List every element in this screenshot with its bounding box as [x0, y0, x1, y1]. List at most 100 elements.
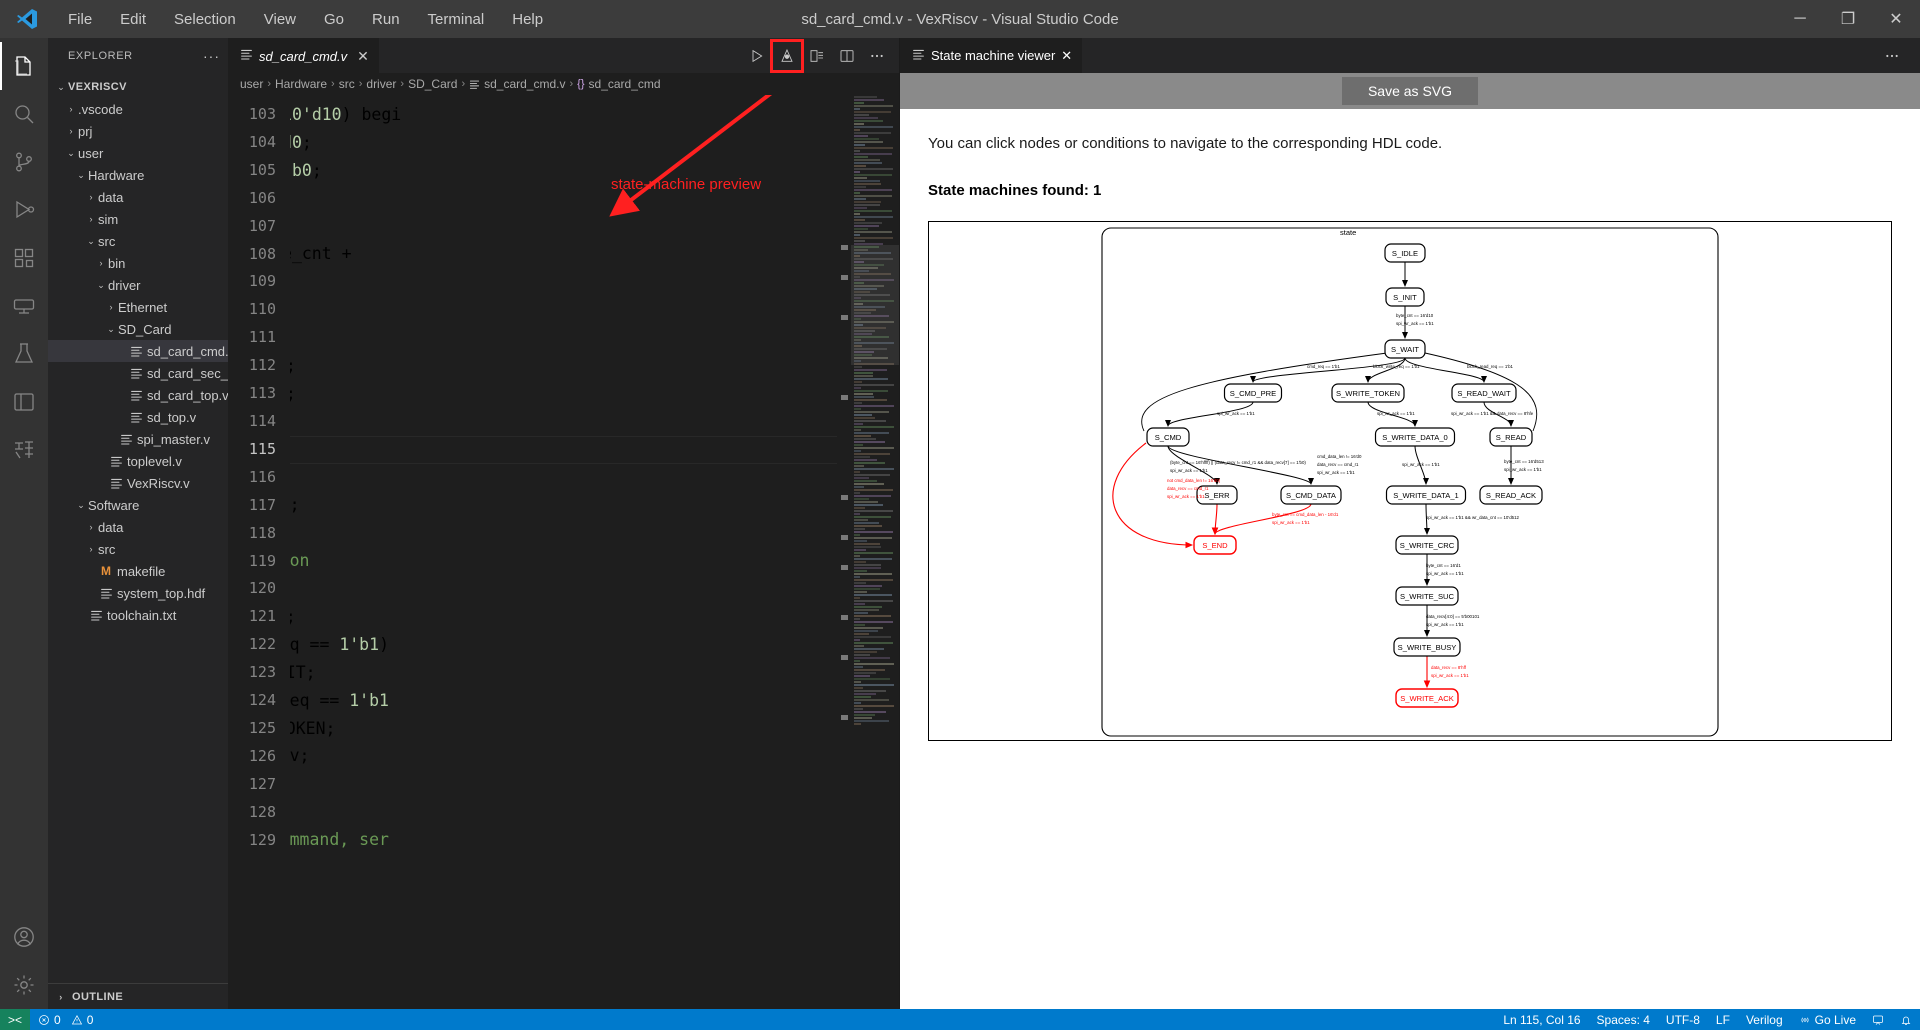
code-line[interactable]: S_WAIT: begin — [290, 464, 837, 492]
fsm-edge-condition-label[interactable]: spi_wr_ack == 1'b1 && data_recv == 8'hfe — [1451, 411, 1534, 416]
code-line[interactable]: wr_data_cnt <= 10'd0; — [290, 519, 837, 547]
fsm-node-s_write_busy[interactable]: S_WRITE_BUSY — [1393, 637, 1461, 657]
fsm-node-s_write_crc[interactable]: S_WRITE_CRC — [1395, 535, 1459, 555]
activity-source-control-icon[interactable] — [0, 138, 48, 186]
fsm-edge-condition-label[interactable]: spi_wr_ack == 1'b1 — [1426, 622, 1464, 627]
activity-accounts-icon[interactable] — [0, 913, 48, 961]
fsm-edge-condition-label[interactable]: spi_wr_ack == 1'b1 — [1431, 673, 1469, 678]
fsm-edge-condition-label[interactable]: data_recv == cmd_r1 — [1317, 462, 1359, 467]
fsm-edge-condition-label[interactable]: spi_wr_ack == 1'b1 — [1426, 571, 1464, 576]
code-line[interactable]: else if(block_write_req == 1'b1 — [290, 687, 837, 715]
fsm-edge-condition-label[interactable]: spi_wr_ack == 1'b1 — [1402, 462, 1440, 467]
menu-file[interactable]: File — [54, 7, 106, 32]
encoding-setting[interactable]: UTF-8 — [1658, 1009, 1708, 1030]
breadcrumb-item[interactable]: driver — [366, 77, 396, 91]
split-editor-right-icon[interactable] — [833, 42, 861, 70]
code-line[interactable]: cmd_req_error <= 1'b0; — [290, 491, 837, 519]
fsm-edge-condition-label[interactable]: byte_cnt == 16'd513 — [1504, 459, 1544, 464]
fsm-node-s_init[interactable]: S_INIT — [1385, 287, 1425, 307]
tree-item-bin[interactable]: › bin — [48, 252, 228, 274]
menu-terminal[interactable]: Terminal — [414, 7, 499, 32]
tree-item-toolchain-txt[interactable]: toolchain.txt — [48, 604, 228, 626]
open-preview-to-side-icon[interactable] — [803, 42, 831, 70]
minimize-button[interactable]: ─ — [1776, 0, 1824, 38]
problems-indicator[interactable]: 0 0 — [30, 1009, 101, 1030]
code-line[interactable]: end — [290, 408, 837, 436]
state-machine-diagram[interactable]: state S_IDLE S_INIT S_WAIT S_CMD_PRE S_WRITE_… — [928, 221, 1892, 741]
tree-item-data[interactable]: › data — [48, 516, 228, 538]
fsm-edge-condition-label[interactable]: cmd_data_len != 16'd0 — [1317, 454, 1362, 459]
fsm-edge-condition-label[interactable]: spi_wr_ack == 1'b1 — [1396, 321, 1434, 326]
tree-item-software[interactable]: ⌄ Software — [48, 494, 228, 516]
fsm-edge-condition-label[interactable]: spi_wr_ack == 1'b1 — [1504, 467, 1542, 472]
menu-selection[interactable]: Selection — [160, 7, 250, 32]
fsm-edge-condition-label[interactable]: spi_wr_ack == 1'b1 — [1272, 520, 1310, 525]
fsm-node-s_read_ack[interactable]: S_READ_ACK — [1479, 485, 1543, 505]
minimap[interactable] — [851, 95, 899, 1009]
cursor-position[interactable]: Ln 115, Col 16 — [1495, 1009, 1588, 1030]
panel-tab-state-machine-viewer[interactable]: State machine viewer ✕ — [900, 38, 1083, 73]
file-tree[interactable]: ⌄ VEXRISCV › .vscode › prj ⌄ user ⌄ Hardware › data… — [48, 73, 228, 983]
notifications-bell-icon[interactable] — [1892, 1009, 1920, 1030]
close-window-button[interactable]: ✕ — [1872, 0, 1920, 38]
code-line[interactable]: spi_wr_req <= 1'b1; — [290, 352, 837, 380]
tree-item-src[interactable]: › src — [48, 538, 228, 560]
activity-run-debug-icon[interactable] — [0, 186, 48, 234]
code-line[interactable]: state <= S_READ_WAIT; — [290, 659, 837, 687]
fsm-edge-condition-label[interactable]: not cmd_data_len != 16'd0) — [1167, 478, 1221, 483]
fsm-edge-condition-label[interactable]: spi_wr_ack == 1'b1 && wr_data_cnt == 10'… — [1426, 515, 1520, 520]
webview-content[interactable]: Save as SVG You can click nodes or condi… — [900, 73, 1920, 1009]
tree-item-prj[interactable]: › prj — [48, 120, 228, 142]
breadcrumb-item[interactable]: sd_card_cmd.v — [484, 77, 565, 91]
tree-item-data[interactable]: › data — [48, 186, 228, 208]
tree-item-hardware[interactable]: ⌄ Hardware — [48, 164, 228, 186]
fsm-edge-condition-label[interactable]: block_write_req == 1'b1 — [1373, 364, 1420, 369]
state-machine-preview-icon[interactable] — [770, 38, 804, 73]
fsm-edge-condition-label[interactable]: byte_cnt == 16'd1 — [1426, 563, 1461, 568]
feedback-smiley-icon[interactable] — [1864, 1009, 1892, 1030]
fsm-node-s_end[interactable]: S_END — [1193, 535, 1237, 555]
fsm-edge-condition-label[interactable]: data_recv == cmd_r1 — [1167, 486, 1209, 491]
code-line[interactable]: S_CMD_PRE: begin — [290, 798, 837, 826]
editor-tab-sd_card_cmd[interactable]: sd_card_cmd.v ✕ — [228, 38, 379, 73]
more-actions-icon[interactable] — [863, 42, 891, 70]
tree-item-sd-card-sec-rea-[interactable]: sd_card_sec_rea... — [48, 362, 228, 384]
fsm-node-s_write_data_0[interactable]: S_WRITE_DATA_0 — [1374, 427, 1456, 447]
code-line[interactable]: end — [290, 435, 837, 464]
fsm-edge-condition-label[interactable]: spi_wr_ack == 1'b1 — [1167, 494, 1205, 499]
fsm-node-s_write_suc[interactable]: S_WRITE_SUC — [1395, 586, 1459, 606]
fsm-node-s_write_ack[interactable]: S_WRITE_ACK — [1395, 688, 1459, 708]
window-controls[interactable]: ─ ❐ ✕ — [1776, 0, 1920, 38]
breadcrumb-item[interactable]: src — [339, 77, 355, 91]
activity-extensions-icon[interactable] — [0, 234, 48, 282]
code-line[interactable]: end — [290, 770, 837, 798]
tree-item-toplevel-v[interactable]: toplevel.v — [48, 450, 228, 472]
tree-item-sd-card[interactable]: ⌄ SD_Card — [48, 318, 228, 340]
code-line[interactable]: state <= S_WRITE_TOKEN; — [290, 715, 837, 743]
fsm-edge-condition-label[interactable]: spi_wr_ack == 1'b1 — [1377, 411, 1415, 416]
code-line[interactable]: if(byte_cnt >= 10'd10) begi — [290, 101, 837, 129]
activity-remote-explorer-icon[interactable] — [0, 282, 48, 330]
fsm-node-s_write_data_1[interactable]: S_WRITE_DATA_1 — [1385, 485, 1467, 505]
minimap-slider[interactable] — [851, 245, 899, 365]
code-line[interactable]: end begin — [290, 213, 837, 241]
fsm-node-s_write_token[interactable]: S_WRITE_TOKEN — [1331, 383, 1405, 403]
panel-toolbar[interactable] — [1878, 38, 1920, 73]
fsm-edge-condition-label[interactable]: (byte_cnt == 16'hffff) || (data_recv != … — [1170, 460, 1306, 465]
fsm-node-s_cmd[interactable]: S_CMD — [1146, 427, 1190, 447]
editor-toolbar[interactable] — [743, 38, 899, 73]
remote-window-indicator[interactable]: >< — [0, 1009, 31, 1030]
tree-item-driver[interactable]: ⌄ driver — [48, 274, 228, 296]
code-line[interactable]: else begin — [290, 324, 837, 352]
fsm-edge-condition-label[interactable]: spi_wr_ack == 1'b1 — [1217, 411, 1255, 416]
code-line[interactable]: clk_div <= spi_clk_div; — [290, 742, 837, 770]
fsm-edge-condition-label[interactable]: cmd_req == 1'b1 — [1307, 364, 1340, 369]
menu-bar[interactable]: File Edit Selection View Go Run Terminal… — [54, 7, 557, 32]
fsm-edge-condition-label[interactable]: byte_cnt == cmd_data_len - 16'd1 — [1272, 512, 1339, 517]
tree-item-user[interactable]: ⌄ user — [48, 142, 228, 164]
menu-go[interactable]: Go — [310, 7, 358, 32]
tree-item-sd-top-v[interactable]: sd_top.v — [48, 406, 228, 428]
breadcrumb-item[interactable]: user — [240, 77, 263, 91]
go-live-button[interactable]: Go Live — [1791, 1009, 1864, 1030]
activity-bar[interactable] — [0, 38, 48, 1009]
